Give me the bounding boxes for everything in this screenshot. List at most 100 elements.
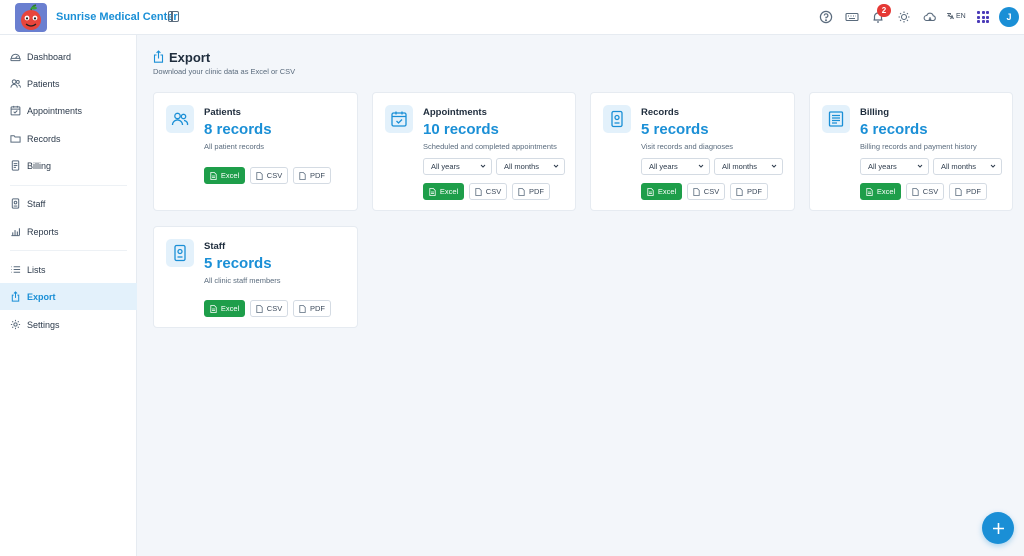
excel-label: Excel [220, 304, 240, 313]
pdf-label: PDF [529, 187, 544, 196]
sidebar-item-label: Settings [27, 319, 60, 330]
record-count: 5 records [204, 255, 272, 272]
csv-export-button[interactable]: CSV [906, 183, 944, 200]
excel-export-button[interactable]: Excel [641, 183, 682, 200]
sidebar-item-label: Lists [27, 264, 46, 275]
sidebar-item-label: Billing [27, 160, 52, 171]
excel-export-button[interactable]: Excel [860, 183, 901, 200]
sidebar-item-export[interactable]: Export [0, 283, 137, 310]
sidebar-item-records[interactable]: Records [0, 125, 137, 152]
excel-label: Excel [439, 187, 459, 196]
language-label: EN [956, 12, 966, 20]
card-description: Billing records and payment history [860, 142, 977, 151]
sidebar-item-patients[interactable]: Patients [0, 70, 137, 97]
card-title: Appointments [423, 107, 487, 118]
card-title: Staff [204, 241, 226, 252]
sidebar-item-label: Reports [27, 226, 59, 237]
pdf-label: PDF [747, 187, 762, 196]
csv-export-button[interactable]: CSV [687, 183, 725, 200]
month-select[interactable]: All months [496, 158, 565, 175]
month-select-value: All months [504, 162, 540, 171]
card-description: All patient records [204, 142, 265, 151]
pdf-export-button[interactable]: PDF [293, 167, 331, 184]
file-icon [647, 187, 654, 196]
excel-export-button[interactable]: Excel [204, 300, 245, 317]
record-count: 6 records [860, 121, 928, 138]
chevron-down-icon [771, 164, 777, 168]
csv-label: CSV [703, 187, 720, 196]
month-select[interactable]: All months [933, 158, 1002, 175]
year-select[interactable]: All years [860, 158, 929, 175]
sidebar-item-settings[interactable]: Settings [0, 311, 137, 338]
file-icon [256, 304, 263, 313]
app-name[interactable]: Sunrise Medical Center [56, 11, 178, 23]
apps-grid-icon[interactable] [977, 11, 989, 23]
sidebar-item-billing[interactable]: Billing [0, 152, 137, 179]
translate-icon [947, 13, 954, 20]
cloud-icon[interactable] [923, 10, 937, 24]
pdf-export-button[interactable]: PDF [512, 183, 550, 200]
csv-export-button[interactable]: CSV [469, 183, 507, 200]
page-title: Export [169, 50, 211, 65]
excel-export-button[interactable]: Excel [204, 167, 245, 184]
year-select[interactable]: All years [423, 158, 492, 175]
card-title: Billing [860, 107, 890, 118]
upload-box-icon [11, 291, 20, 302]
id-badge-icon [174, 244, 186, 262]
calendar-icon [10, 105, 21, 116]
user-avatar[interactable]: J [999, 7, 1019, 27]
year-select-value: All years [868, 162, 897, 171]
sidebar-item-label: Appointments [27, 105, 83, 116]
sidebar-item-label: Records [27, 133, 61, 144]
file-icon [736, 187, 743, 196]
chevron-down-icon [698, 164, 704, 168]
file-icon [518, 187, 525, 196]
pdf-export-button[interactable]: PDF [730, 183, 768, 200]
folder-icon [10, 135, 21, 143]
pdf-export-button[interactable]: PDF [293, 300, 331, 317]
export-card-patients: Patients 8 records All patient records E… [153, 92, 358, 211]
csv-label: CSV [266, 171, 283, 180]
calendar-check-icon [391, 111, 407, 127]
record-count: 5 records [641, 121, 709, 138]
id-badge-icon [611, 110, 623, 128]
sidebar-item-label: Dashboard [27, 51, 72, 62]
export-card-staff: Staff 5 records All clinic staff members… [153, 226, 358, 328]
chevron-down-icon [917, 164, 923, 168]
year-select[interactable]: All years [641, 158, 710, 175]
sidebar-item-staff[interactable]: Staff [0, 190, 137, 217]
upload-box-icon [153, 50, 164, 63]
users-icon [171, 112, 189, 126]
sidebar-item-appointments[interactable]: Appointments [0, 97, 137, 124]
file-icon [912, 187, 919, 196]
clinic-logo-icon[interactable] [15, 3, 47, 32]
file-icon [429, 187, 436, 196]
help-icon[interactable] [819, 10, 833, 24]
csv-export-button[interactable]: CSV [250, 300, 288, 317]
sidebar-item-lists[interactable]: Lists [0, 256, 137, 283]
pdf-label: PDF [310, 171, 325, 180]
pdf-export-button[interactable]: PDF [949, 183, 987, 200]
excel-export-button[interactable]: Excel [423, 183, 464, 200]
record-count: 8 records [204, 121, 272, 138]
sidebar-item-dashboard[interactable]: Dashboard [0, 43, 137, 70]
list-icon [11, 266, 21, 273]
pdf-label: PDF [966, 187, 981, 196]
file-icon [866, 187, 873, 196]
keyboard-icon[interactable] [845, 10, 859, 24]
sidebar-item-reports[interactable]: Reports [0, 218, 137, 245]
gear-icon [10, 319, 21, 330]
add-fab-button[interactable] [982, 512, 1014, 544]
sidebar-toggle-icon[interactable] [168, 11, 179, 22]
document-icon [11, 160, 20, 171]
language-switcher[interactable]: EN [946, 12, 966, 20]
month-select-value: All months [722, 162, 758, 171]
card-icon-box [166, 239, 194, 267]
month-select[interactable]: All months [714, 158, 783, 175]
card-icon-box [822, 105, 850, 133]
excel-label: Excel [657, 187, 677, 196]
csv-label: CSV [922, 187, 939, 196]
csv-export-button[interactable]: CSV [250, 167, 288, 184]
file-icon [210, 171, 217, 180]
sun-icon[interactable] [897, 10, 911, 24]
